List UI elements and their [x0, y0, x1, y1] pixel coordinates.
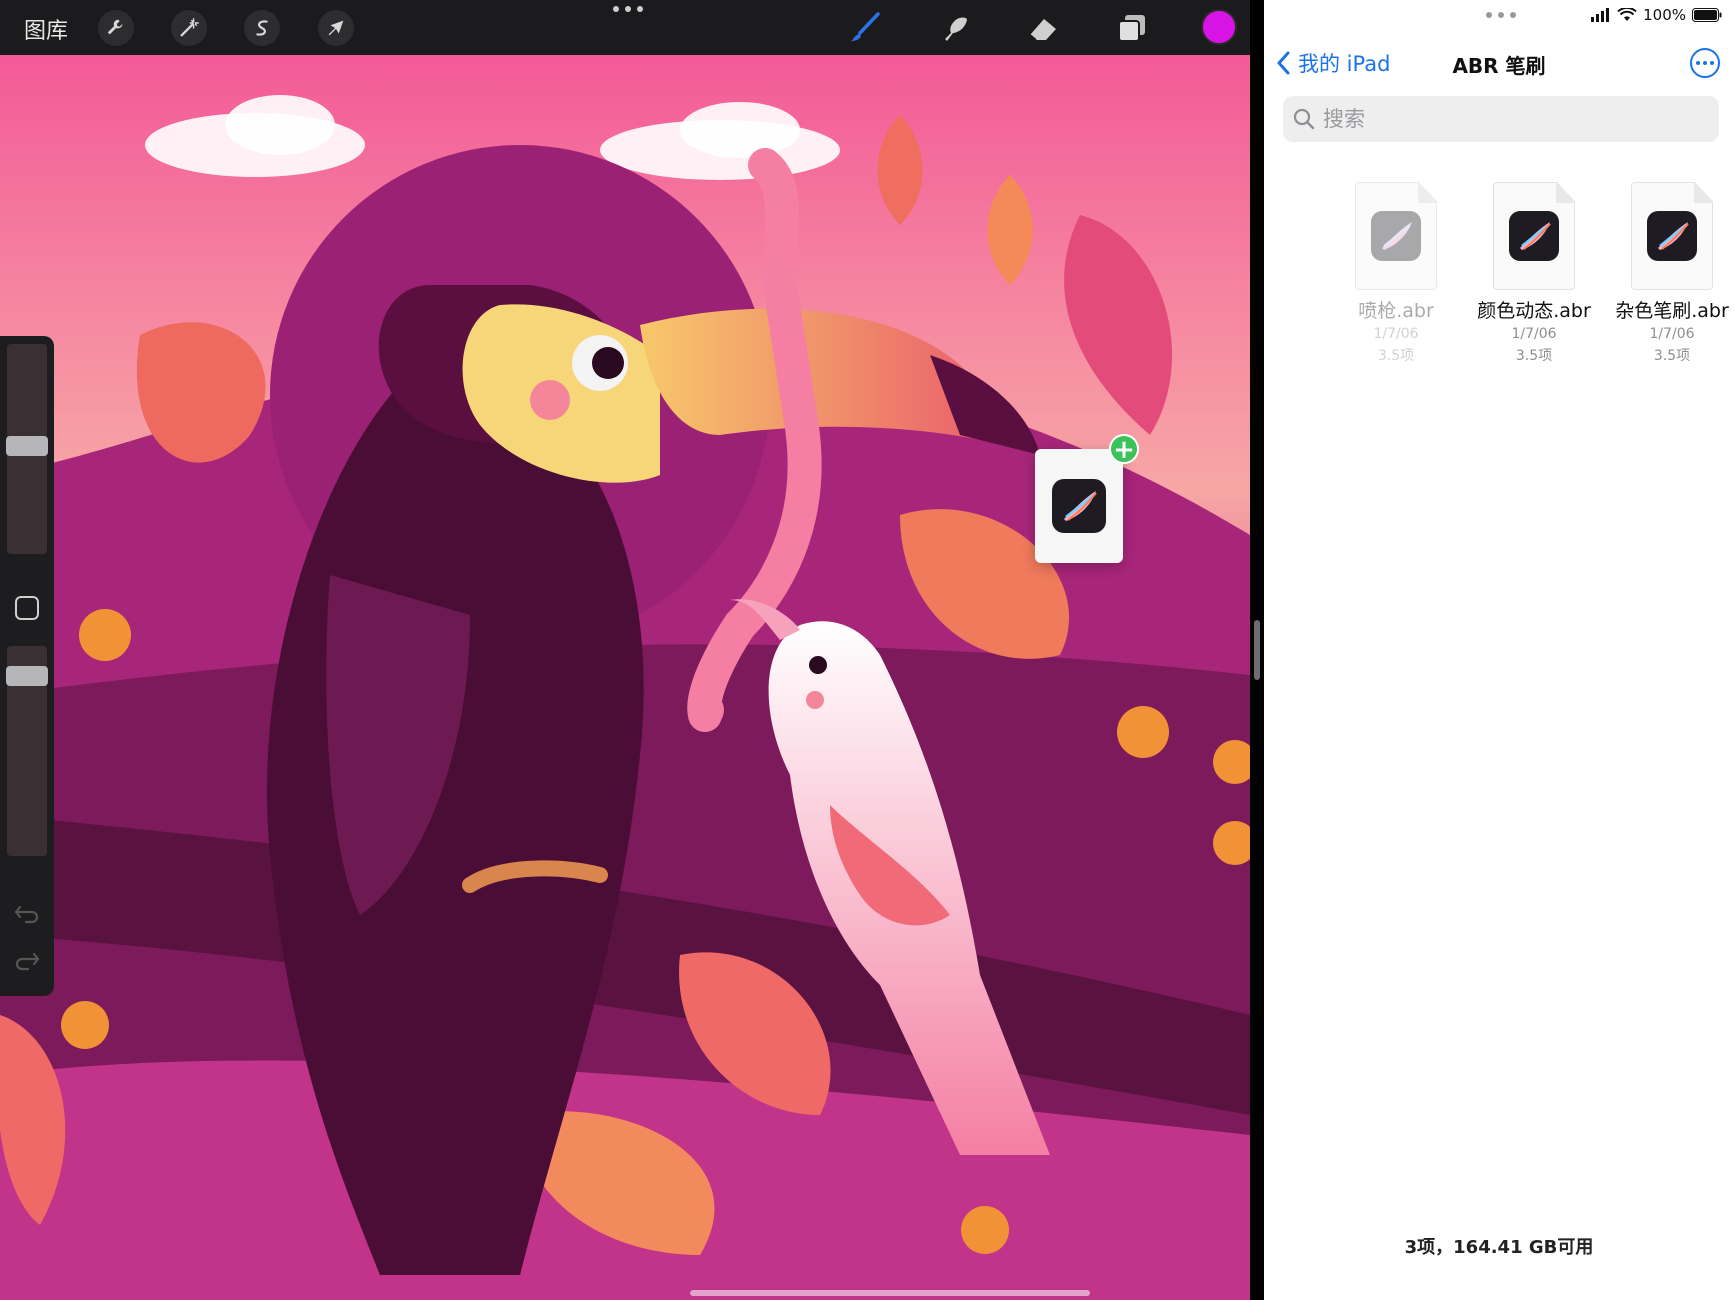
layers-icon[interactable]	[1112, 8, 1152, 48]
split-view-handle[interactable]	[1254, 620, 1260, 680]
status-bar: 100%	[1591, 6, 1722, 24]
file-thumbnail	[1493, 182, 1575, 290]
home-indicator[interactable]	[690, 1290, 1090, 1296]
search-input[interactable]	[1323, 107, 1703, 131]
opacity-thumb[interactable]	[6, 666, 48, 686]
procreate-multitask-dots[interactable]	[613, 6, 643, 12]
procreate-toolbar: 图库	[0, 0, 1250, 55]
file-item[interactable]: 杂色笔刷.abr 1/7/06 3.5项	[1607, 182, 1734, 365]
arrow-cursor-icon[interactable]	[318, 10, 354, 46]
search-icon	[1293, 108, 1315, 130]
brush-icon[interactable]	[845, 8, 885, 48]
brush-sidebar	[0, 336, 54, 996]
storage-status: 3项，164.41 GB可用	[1404, 1237, 1594, 1258]
redo-icon[interactable]	[14, 948, 40, 972]
modify-square-icon[interactable]	[15, 596, 39, 620]
procreate-app-icon	[1052, 479, 1106, 533]
eraser-icon[interactable]	[1023, 8, 1063, 48]
file-date: 1/7/06	[1649, 326, 1695, 342]
file-name: 颜色动态.abr	[1477, 300, 1591, 322]
search-bar[interactable]	[1283, 96, 1719, 142]
undo-icon[interactable]	[14, 901, 40, 925]
file-size: 3.5项	[1377, 348, 1415, 364]
battery-percent: 100%	[1643, 6, 1686, 24]
cellular-signal-icon	[1591, 8, 1610, 22]
artwork-canvas[interactable]	[0, 55, 1250, 1300]
files-app: 100% 我的 iPad ABR 笔刷 喷枪.	[1264, 0, 1734, 1300]
file-name: 杂色笔刷.abr	[1615, 300, 1729, 322]
files-multitask-dots[interactable]	[1486, 12, 1516, 18]
page-title: ABR 笔刷	[1452, 54, 1546, 78]
procreate-app-icon	[1647, 211, 1697, 261]
file-date: 1/7/06	[1511, 326, 1557, 342]
procreate-app: 图库 +	[0, 0, 1250, 1300]
split-view: 图库 + 100% 我的 iPad ABR 笔刷 搜索 喷枪.abr 1/7/0…	[0, 0, 1734, 1300]
procreate-app-icon	[1509, 211, 1559, 261]
more-options-button[interactable]	[1690, 48, 1720, 78]
file-item[interactable]: 颜色动态.abr 1/7/06 3.5项	[1469, 182, 1599, 365]
file-item[interactable]: 喷枪.abr 1/7/06 3.5项	[1331, 182, 1461, 365]
file-thumbnail	[1355, 182, 1437, 290]
selection-s-icon[interactable]	[244, 10, 280, 46]
file-date: 1/7/06	[1373, 326, 1419, 342]
file-size: 3.5项	[1515, 348, 1553, 364]
wrench-icon[interactable]	[98, 10, 134, 46]
file-name: 喷枪.abr	[1358, 300, 1434, 322]
brush-size-thumb[interactable]	[6, 436, 48, 456]
magic-wand-icon[interactable]	[171, 10, 207, 46]
add-copy-badge-icon: +	[1109, 434, 1139, 464]
gallery-button[interactable]: 图库	[24, 13, 68, 45]
smudge-icon[interactable]	[934, 8, 974, 48]
battery-icon	[1692, 8, 1722, 22]
dragged-brush-file[interactable]	[1035, 449, 1123, 563]
file-size: 3.5项	[1653, 348, 1691, 364]
procreate-app-icon	[1371, 211, 1421, 261]
wifi-icon	[1617, 8, 1637, 21]
color-picker-button[interactable]	[1201, 9, 1237, 45]
file-thumbnail	[1631, 182, 1713, 290]
